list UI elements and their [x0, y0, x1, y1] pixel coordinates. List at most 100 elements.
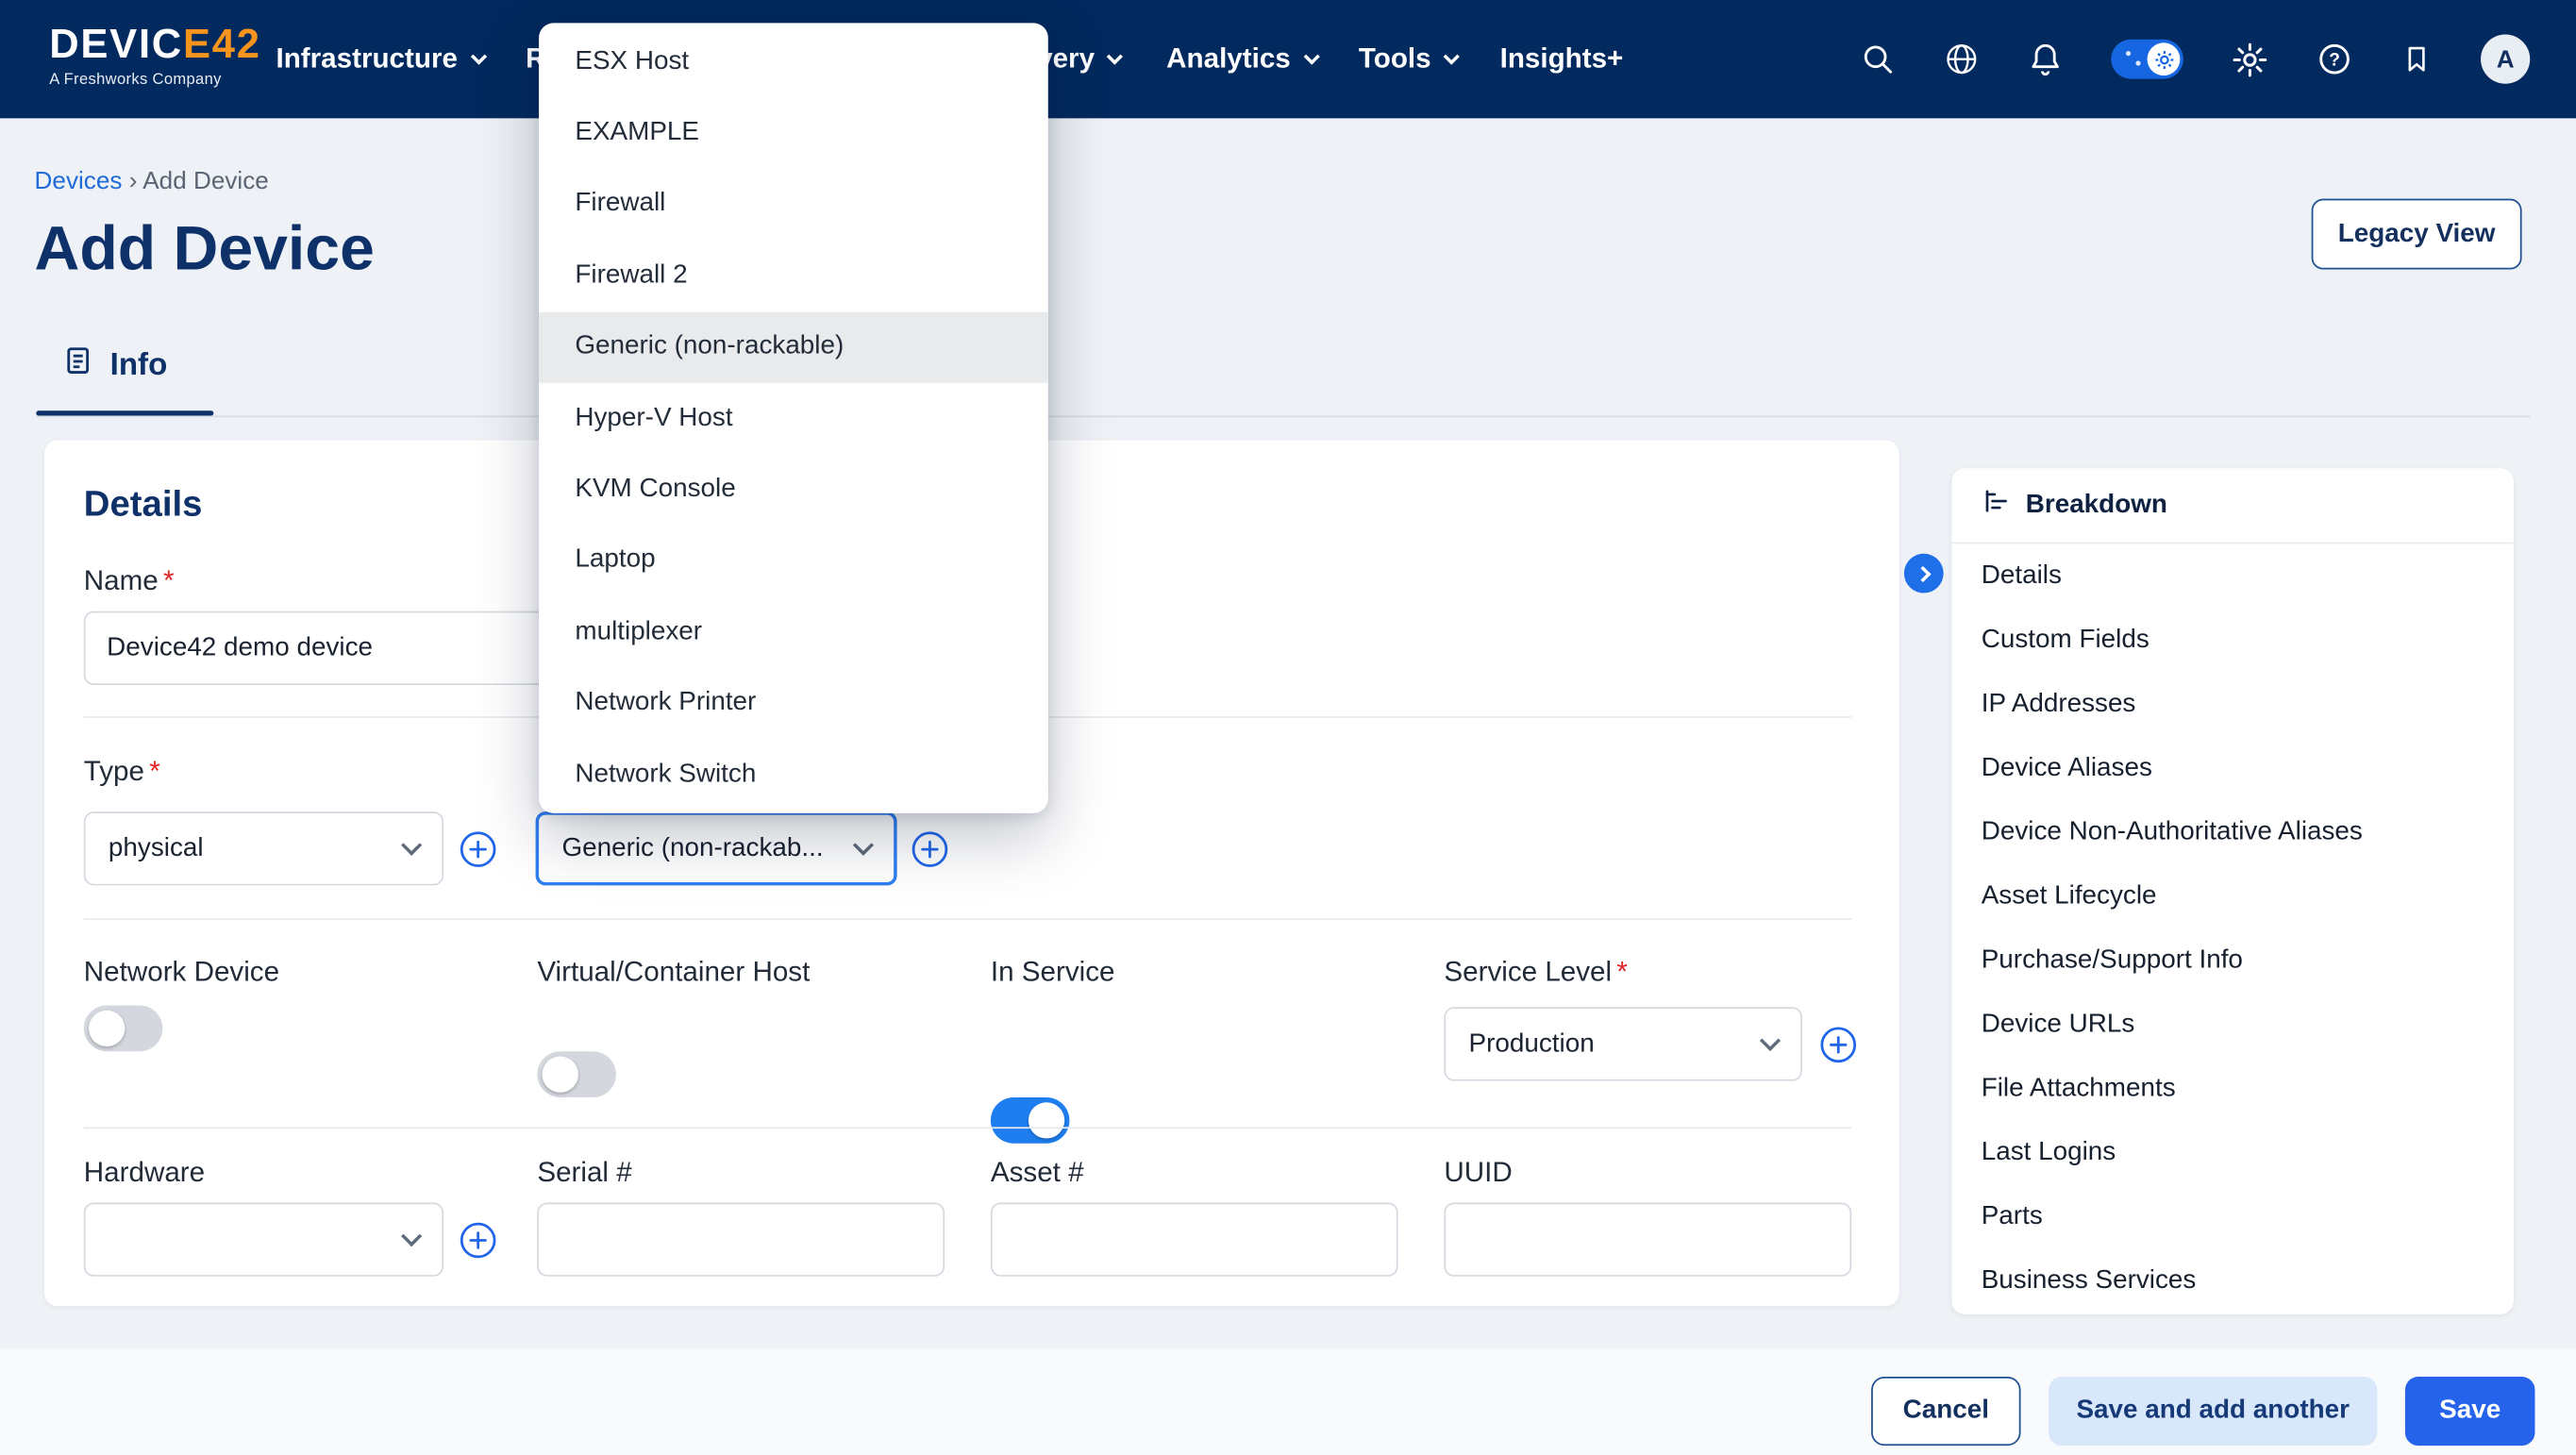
breakdown-item-details[interactable]: Details	[1951, 544, 2513, 608]
breakdown-item-business-services[interactable]: Business Services	[1951, 1248, 2513, 1313]
bookmark-icon[interactable]	[2400, 42, 2434, 77]
virtual-host-toggle[interactable]	[537, 1051, 616, 1097]
breadcrumb-devices-link[interactable]: Devices	[35, 168, 123, 196]
chevron-down-icon	[470, 48, 486, 64]
in-service-toggle[interactable]	[991, 1097, 1070, 1144]
type-label: Type*	[84, 756, 160, 789]
breadcrumb: Devices › Add Device	[35, 168, 269, 196]
dropdown-option[interactable]: multiplexer	[539, 596, 1048, 668]
chevron-down-icon	[1303, 48, 1319, 64]
required-mark: *	[1616, 956, 1628, 987]
dropdown-option[interactable]: ESX Host	[539, 26, 1048, 98]
dropdown-option-selected[interactable]: Generic (non-rackable)	[539, 311, 1048, 383]
tab-info[interactable]: Info	[62, 345, 167, 387]
uuid-label: UUID	[1444, 1157, 1512, 1190]
toggle-knob	[89, 1011, 125, 1046]
dropdown-option[interactable]: Network Switch	[539, 739, 1048, 811]
type-select-value: physical	[109, 834, 204, 863]
dropdown-option[interactable]: Firewall	[539, 169, 1048, 241]
breakdown-header: Breakdown	[1951, 468, 2513, 544]
theme-toggle-dot	[2135, 60, 2140, 65]
save-and-add-another-button[interactable]: Save and add another	[2049, 1377, 2377, 1446]
divider	[84, 918, 1851, 920]
breakdown-item-file-attachments[interactable]: File Attachments	[1951, 1057, 2513, 1121]
add-service-level-button[interactable]	[1818, 1025, 1858, 1064]
logo-tagline: A Freshworks Company	[49, 71, 260, 89]
toggle-knob	[543, 1057, 578, 1093]
serial-label: Serial #	[537, 1157, 631, 1190]
collapse-panel-button[interactable]	[1904, 554, 1944, 594]
in-service-label: In Service	[991, 956, 1115, 989]
subtype-dropdown-menu: ESX Host EXAMPLE Firewall Firewall 2 Gen…	[539, 23, 1048, 813]
asset-label: Asset #	[991, 1157, 1084, 1190]
breadcrumb-current: Add Device	[142, 168, 269, 196]
navbar-actions: ? A	[1860, 0, 2530, 118]
nav-item-tools[interactable]: Tools	[1359, 0, 1458, 118]
chevron-down-icon	[1107, 48, 1123, 64]
svg-text:?: ?	[2329, 50, 2340, 70]
type-select[interactable]: physical	[84, 811, 443, 885]
save-button[interactable]: Save	[2405, 1377, 2535, 1446]
bell-icon[interactable]	[2027, 42, 2063, 77]
page-title: Add Device	[35, 215, 375, 286]
globe-icon[interactable]	[1944, 42, 1980, 77]
hardware-label: Hardware	[84, 1157, 205, 1190]
toggle-knob	[1029, 1102, 1064, 1138]
logo-text: DEVICE42	[49, 22, 260, 68]
breakdown-item-parts[interactable]: Parts	[1951, 1184, 2513, 1248]
breakdown-item-asset-lifecycle[interactable]: Asset Lifecycle	[1951, 864, 2513, 928]
uuid-input[interactable]	[1444, 1202, 1851, 1276]
nav-item-analytics[interactable]: Analytics	[1166, 0, 1316, 118]
add-type-button[interactable]	[459, 829, 498, 869]
add-subtype-button[interactable]	[911, 829, 950, 869]
theme-toggle-knob	[2148, 42, 2181, 75]
device42-logo[interactable]: DEVICE42 A Freshworks Company	[49, 22, 260, 89]
asset-input[interactable]	[991, 1202, 1398, 1276]
details-section-title: Details	[84, 483, 203, 526]
serial-input[interactable]	[537, 1202, 945, 1276]
help-icon[interactable]: ?	[2317, 42, 2352, 77]
service-level-select[interactable]: Production	[1444, 1007, 1802, 1080]
breakdown-item-device-aliases[interactable]: Device Aliases	[1951, 736, 2513, 800]
search-icon[interactable]	[1860, 42, 1896, 77]
network-device-toggle[interactable]	[84, 1006, 163, 1052]
breakdown-item-device-non-authoritative-aliases[interactable]: Device Non-Authoritative Aliases	[1951, 800, 2513, 864]
dropdown-option[interactable]: KVM Console	[539, 454, 1048, 526]
breakdown-item-custom-fields[interactable]: Custom Fields	[1951, 608, 2513, 672]
breakdown-item-last-logins[interactable]: Last Logins	[1951, 1120, 2513, 1184]
required-mark: *	[163, 565, 175, 596]
add-hardware-button[interactable]	[459, 1221, 498, 1261]
breakdown-item-device-urls[interactable]: Device URLs	[1951, 993, 2513, 1057]
document-icon	[62, 345, 93, 387]
subtype-select[interactable]: Generic (non-rackab...	[536, 811, 897, 885]
dropdown-option[interactable]: Hyper-V Host	[539, 383, 1048, 455]
nav-item-infrastructure[interactable]: Infrastructure	[276, 0, 483, 118]
dropdown-option[interactable]: Network Printer	[539, 668, 1048, 740]
theme-toggle[interactable]	[2111, 40, 2183, 79]
gear-icon[interactable]	[2231, 41, 2268, 78]
cancel-button[interactable]: Cancel	[1871, 1377, 2020, 1446]
divider	[84, 1127, 1851, 1129]
dropdown-option[interactable]: Laptop	[539, 526, 1048, 597]
chevron-down-icon	[401, 834, 422, 855]
footer-bar: Cancel Save and add another Save	[0, 1348, 2576, 1455]
virtual-host-label: Virtual/Container Host	[537, 956, 810, 989]
avatar[interactable]: A	[2481, 35, 2530, 84]
dropdown-option[interactable]: EXAMPLE	[539, 97, 1048, 169]
name-label: Name*	[84, 565, 175, 598]
dropdown-option[interactable]: Firewall 2	[539, 240, 1048, 311]
subtype-select-value: Generic (non-rackab...	[561, 834, 823, 863]
breakdown-title: Breakdown	[2026, 491, 2167, 520]
required-mark: *	[149, 756, 160, 787]
legacy-view-button[interactable]: Legacy View	[2312, 199, 2522, 270]
breakdown-panel: Breakdown Details Custom Fields IP Addre…	[1951, 468, 2513, 1314]
breadcrumb-separator: ›	[129, 168, 138, 196]
service-level-label: Service Level*	[1444, 956, 1627, 989]
nav-item-insights[interactable]: Insights+	[1500, 0, 1624, 118]
hardware-select[interactable]	[84, 1202, 443, 1276]
app-window: DEVICE42 A Freshworks Company Infrastruc…	[0, 0, 2576, 1455]
breakdown-item-purchase-support-info[interactable]: Purchase/Support Info	[1951, 928, 2513, 993]
service-level-value: Production	[1469, 1029, 1595, 1059]
chevron-down-icon	[853, 834, 874, 855]
breakdown-item-ip-addresses[interactable]: IP Addresses	[1951, 672, 2513, 736]
